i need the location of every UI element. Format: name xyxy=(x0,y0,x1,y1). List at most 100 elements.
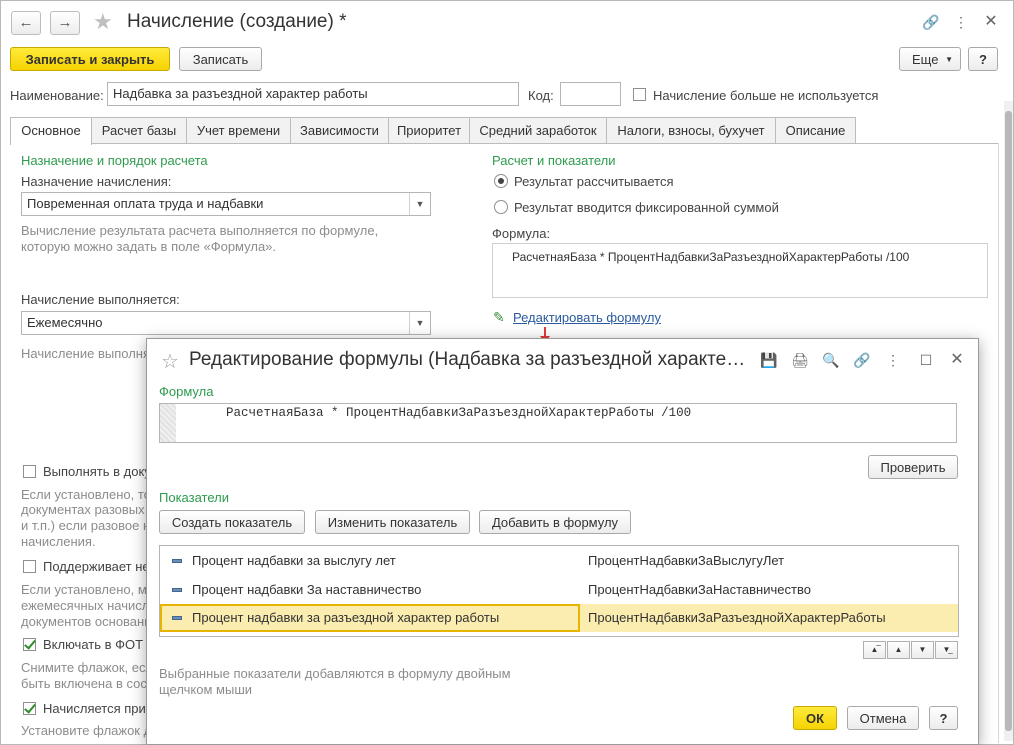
radio-fixed-sum[interactable] xyxy=(494,200,508,214)
cancel-button[interactable]: Отмена xyxy=(847,706,919,730)
create-indicator-button[interactable]: Создать показатель xyxy=(159,510,305,534)
when-label: Начисление выполняется: xyxy=(21,292,180,307)
radio-calculated[interactable] xyxy=(494,174,508,188)
preview-icon[interactable]: 🔍 xyxy=(821,350,841,370)
table-row[interactable]: Процент надбавки за выслугу лет ПроцентН… xyxy=(160,547,958,575)
indicator-id: ПроцентНадбавкиЗаНаставничество xyxy=(588,582,811,597)
purpose-select[interactable]: Повременная оплата труда и надбавки ▼ xyxy=(21,192,431,216)
name-label: Наименование: xyxy=(10,88,104,103)
when-value: Ежемесячно xyxy=(27,315,103,330)
change-indicator-button[interactable]: Изменить показатель xyxy=(315,510,470,534)
formula-text: РасчетнаяБаза * ПроцентНадбавкиЗаРазъезд… xyxy=(226,406,692,420)
purpose-hint-2: которую можно задать в поле «Формула». xyxy=(21,239,277,254)
move-down-icon[interactable]: ▼ xyxy=(911,641,934,659)
purpose-value: Повременная оплата труда и надбавки xyxy=(27,196,264,211)
purpose-section-title: Назначение и порядок расчета xyxy=(21,153,208,168)
indicator-icon xyxy=(172,559,182,563)
tab-average-earnings[interactable]: Средний заработок xyxy=(469,117,607,143)
indicators-note-2: щелчком мыши xyxy=(159,682,253,697)
when-select[interactable]: Ежемесячно ▼ xyxy=(21,311,431,335)
indicators-note-1: Выбранные показатели добавляются в форму… xyxy=(159,666,511,681)
table-row[interactable]: Процент надбавки За наставничество Проце… xyxy=(160,576,958,604)
supports-label: Поддерживает не xyxy=(43,559,150,574)
check-button[interactable]: Проверить xyxy=(868,455,958,479)
run-in-documents-hint-2: документах разовых xyxy=(21,502,145,517)
accrued-hint-1: Установите флажок д xyxy=(21,723,152,738)
include-fot-hint-2: быть включена в сос xyxy=(21,676,147,691)
tab-dependencies[interactable]: Зависимости xyxy=(290,117,389,143)
name-field[interactable]: Надбавка за разъездной характер работы xyxy=(107,82,519,106)
forward-icon[interactable]: → xyxy=(50,11,80,35)
editor-gutter xyxy=(160,404,176,442)
help-button[interactable]: ? xyxy=(968,47,998,71)
indicator-name: Процент надбавки за выслугу лет xyxy=(192,553,396,568)
run-in-documents-label: Выполнять в доку xyxy=(43,464,151,479)
when-hint: Начисление выполня xyxy=(21,346,151,361)
help-button[interactable]: ? xyxy=(929,706,958,730)
tab-base-calc[interactable]: Расчет базы xyxy=(91,117,187,143)
favorite-star-icon[interactable]: ☆ xyxy=(161,349,179,374)
close-icon[interactable]: ✕ xyxy=(947,350,967,370)
save-and-close-button[interactable]: Записать и закрыть xyxy=(10,47,170,71)
chevron-down-icon[interactable]: ▼ xyxy=(409,193,430,215)
move-up-icon[interactable]: ▲ xyxy=(887,641,910,659)
close-icon[interactable]: ✕ xyxy=(981,12,1001,32)
supports-hint-3: документов основани xyxy=(21,614,152,629)
back-icon[interactable]: ← xyxy=(11,11,41,35)
purpose-hint-1: Вычисление результата расчета выполняетс… xyxy=(21,223,379,238)
indicators-section-title: Показатели xyxy=(159,490,229,505)
run-in-documents-hint-3: и т.п.) если разовое н xyxy=(21,518,151,533)
move-bottom-icon[interactable]: ▼̲ xyxy=(935,641,958,659)
supports-hint-2: ежемесячных начисл xyxy=(21,598,150,613)
more-button[interactable]: Еще ▼ xyxy=(899,47,961,71)
formula-label: Формула: xyxy=(492,226,551,241)
include-fot-checkbox[interactable] xyxy=(23,638,36,651)
tab-divider xyxy=(10,143,999,144)
tab-taxes[interactable]: Налоги, взносы, бухучет xyxy=(606,117,776,143)
tab-time-accounting[interactable]: Учет времени xyxy=(186,117,291,143)
window-title: Начисление (создание) * xyxy=(127,11,347,32)
save-button[interactable]: Записать xyxy=(179,47,262,71)
tab-description[interactable]: Описание xyxy=(775,117,856,143)
favorite-star-icon[interactable]: ★ xyxy=(93,9,113,35)
radio-fixed-sum-label: Результат вводится фиксированной суммой xyxy=(514,200,779,215)
formula-section-title: Формула xyxy=(159,384,214,399)
code-field[interactable] xyxy=(560,82,621,106)
link-icon[interactable]: 🔗 xyxy=(852,350,872,370)
formula-editor[interactable]: РасчетнаяБаза * ПроцентНадбавкиЗаРазъезд… xyxy=(159,403,957,443)
edit-formula-link[interactable]: Редактировать формулу xyxy=(513,310,661,325)
accrued-label: Начисляется при xyxy=(43,701,146,716)
tab-priority[interactable]: Приоритет xyxy=(388,117,470,143)
unused-label: Начисление больше не используется xyxy=(653,88,879,103)
chevron-down-icon[interactable]: ▼ xyxy=(409,312,430,334)
unused-checkbox[interactable] xyxy=(633,88,646,101)
run-in-documents-hint-1: Если установлено, то xyxy=(21,487,151,502)
include-fot-hint-1: Снимите флажок, есл xyxy=(21,660,154,675)
ok-button[interactable]: ОК xyxy=(793,706,837,730)
add-to-formula-button[interactable]: Добавить в формулу xyxy=(479,510,631,534)
table-row-selected[interactable]: Процент надбавки за разъездной характер … xyxy=(160,604,958,632)
code-label: Код: xyxy=(528,88,554,103)
tab-main[interactable]: Основное xyxy=(10,117,92,145)
accrued-checkbox[interactable] xyxy=(23,702,36,715)
indicator-icon xyxy=(172,616,182,620)
maximize-icon[interactable]: ☐ xyxy=(916,350,936,370)
save-icon[interactable]: 💾 xyxy=(759,350,779,370)
panel-border xyxy=(998,143,999,743)
more-label: Еще xyxy=(912,52,939,67)
main-scrollbar-thumb[interactable] xyxy=(1005,111,1012,731)
more-menu-icon[interactable]: ⋮ xyxy=(951,12,971,32)
supports-hint-1: Если установлено, м xyxy=(21,582,147,597)
formula-editor-dialog: ☆ Редактирование формулы (Надбавка за ра… xyxy=(146,338,979,745)
more-menu-icon[interactable]: ⋮ xyxy=(883,350,903,370)
indicator-name: Процент надбавки За наставничество xyxy=(192,582,422,597)
supports-checkbox[interactable] xyxy=(23,560,36,573)
formula-field[interactable]: РасчетнаяБаза * ПроцентНадбавкиЗаРазъезд… xyxy=(492,243,988,298)
chevron-down-icon: ▼ xyxy=(945,55,953,64)
run-in-documents-checkbox[interactable] xyxy=(23,465,36,478)
print-icon[interactable]: 🖨 xyxy=(790,350,810,370)
link-icon[interactable]: 🔗 xyxy=(921,12,941,32)
include-fot-label: Включать в ФОТ xyxy=(43,637,144,652)
purpose-label: Назначение начисления: xyxy=(21,174,172,189)
move-top-icon[interactable]: ▲̅ xyxy=(863,641,886,659)
